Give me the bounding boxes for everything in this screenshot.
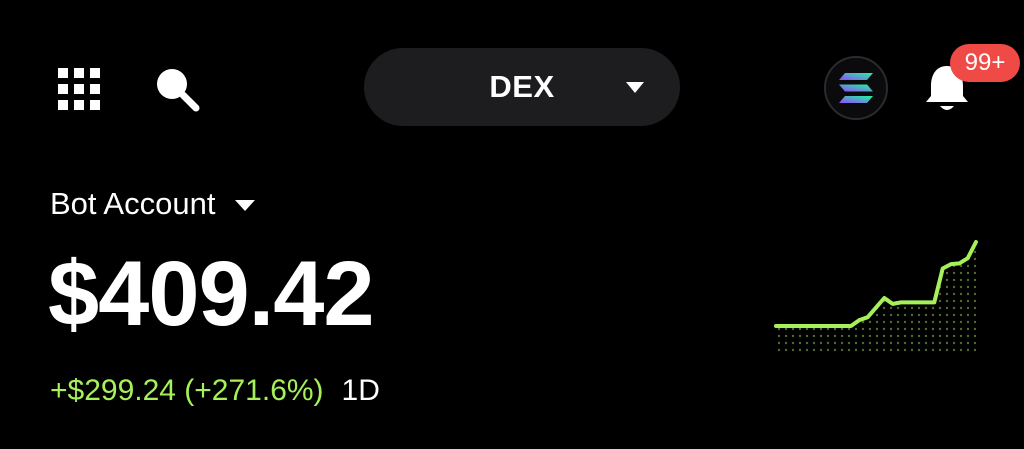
network-selector[interactable]: DEX [364, 48, 680, 126]
search-icon[interactable] [154, 66, 202, 114]
solana-icon [839, 73, 873, 103]
sparkline-area [776, 242, 976, 352]
notification-badge: 99+ [950, 44, 1020, 82]
wallet-screen: DEX 99+ Bot Account $409.42 +$299.24 (+2… [0, 0, 1024, 449]
change-value: +$299.24 (+271.6%) [50, 374, 324, 407]
chevron-down-icon [235, 199, 256, 211]
account-selector[interactable]: Bot Account [50, 186, 256, 222]
account-name: Bot Account [50, 186, 216, 221]
chain-selector[interactable] [824, 56, 888, 120]
chevron-down-icon [626, 82, 644, 93]
grid-icon[interactable] [58, 68, 100, 110]
network-label: DEX [489, 69, 555, 104]
balance-sparkline [774, 240, 978, 352]
change-row: +$299.24 (+271.6%) 1D [50, 374, 380, 408]
period-label[interactable]: 1D [342, 374, 380, 408]
balance-value: $409.42 [48, 243, 375, 345]
